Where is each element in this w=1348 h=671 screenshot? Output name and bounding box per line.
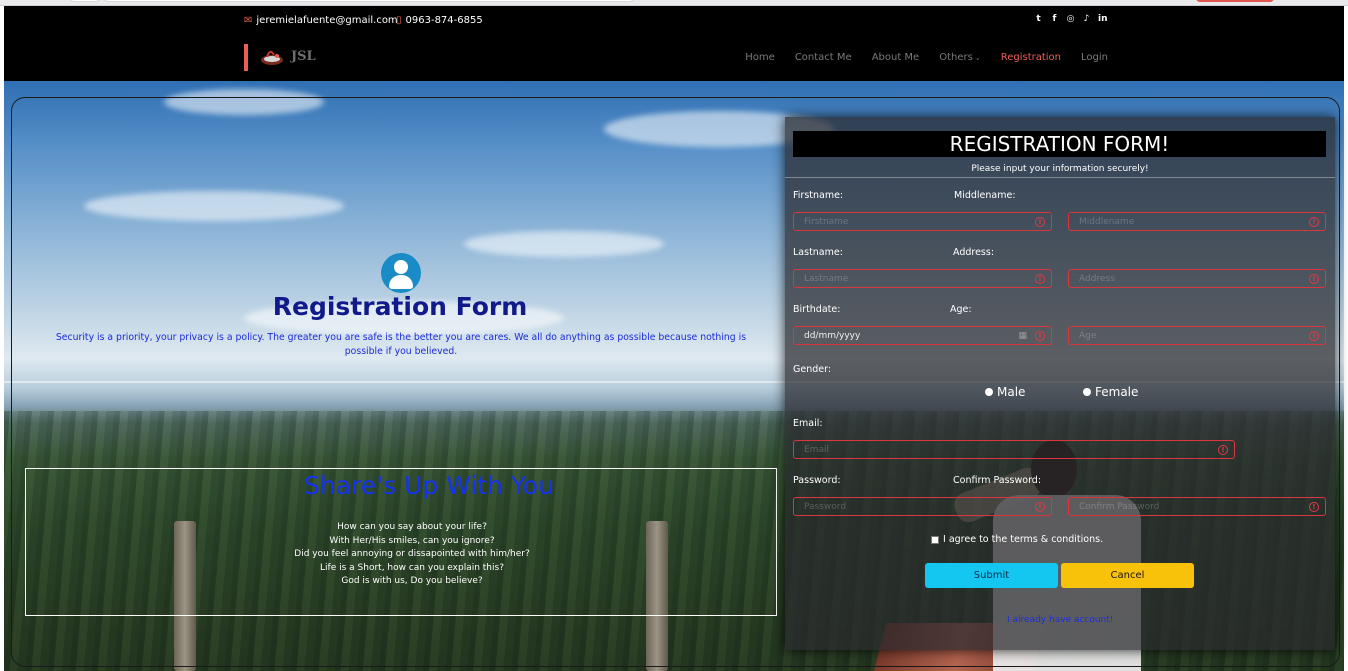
poem-line: How can you say about your life? bbox=[337, 522, 487, 532]
email-contact[interactable]: ✉ jeremielafuente@gmail.com bbox=[244, 15, 398, 26]
site-header: JSL Home Contact Me About Me Others ⌄ Reg… bbox=[4, 36, 1344, 81]
page: ✉ jeremielafuente@gmail.com ▯ 0963-874-6… bbox=[0, 0, 1348, 671]
lastname-placeholder: Lastname bbox=[804, 274, 849, 284]
warning-icon: ! bbox=[1309, 331, 1319, 341]
warning-icon: ! bbox=[1309, 502, 1319, 512]
gender-label: Gender: bbox=[793, 364, 832, 375]
firstname-field[interactable]: Firstname ! bbox=[793, 212, 1052, 231]
middlename-field[interactable]: Middlename ! bbox=[1068, 212, 1326, 231]
main-nav: Home Contact Me About Me Others ⌄ Registr… bbox=[745, 52, 1108, 63]
middlename-label: Middlename: bbox=[954, 190, 1016, 201]
lastname-field[interactable]: Lastname ! bbox=[793, 269, 1052, 288]
confirm-password-placeholder: Confirm Password bbox=[1079, 502, 1160, 512]
poem-line: Did you feel annoying or dissapointed wi… bbox=[294, 549, 530, 560]
nav-others[interactable]: Others ⌄ bbox=[939, 52, 980, 63]
browser-red-button[interactable] bbox=[1196, 0, 1274, 2]
warning-icon: ! bbox=[1309, 274, 1319, 284]
warning-icon: ! bbox=[1218, 445, 1228, 455]
gender-male-label: Male bbox=[997, 385, 1026, 399]
envelope-icon: ✉ bbox=[244, 14, 253, 26]
warning-icon: ! bbox=[1035, 502, 1045, 512]
phone-icon: ▯ bbox=[396, 14, 402, 26]
poem-line: With Her/His smiles, can you ignore? bbox=[329, 535, 495, 546]
gender-female-label: Female bbox=[1095, 385, 1139, 399]
form-subtitle: Please input your information securely! bbox=[971, 164, 1149, 174]
email-field[interactable]: Email ! bbox=[793, 440, 1235, 459]
share-title: Share's Up With You bbox=[304, 471, 554, 500]
email-placeholder: Email bbox=[804, 445, 829, 455]
logo-accent-bar bbox=[244, 44, 248, 71]
cancel-button[interactable]: Cancel bbox=[1061, 563, 1194, 588]
calendar-icon[interactable]: ▦ bbox=[1018, 331, 1027, 341]
already-have-account-link[interactable]: I already have account! bbox=[1007, 615, 1113, 625]
address-placeholder: Address bbox=[1079, 274, 1115, 284]
phone-text: 0963-874-6855 bbox=[405, 15, 483, 26]
birthdate-label: Birthdate: bbox=[793, 304, 841, 315]
terms-checkbox[interactable] bbox=[931, 535, 939, 544]
password-field[interactable]: Password ! bbox=[793, 497, 1052, 516]
poem-line: God is with us, Do you believe? bbox=[341, 576, 483, 587]
top-contact-bar: ✉ jeremielafuente@gmail.com ▯ 0963-874-6… bbox=[4, 6, 1344, 36]
warning-icon: ! bbox=[1035, 217, 1045, 227]
confirm-password-label: Confirm Password: bbox=[953, 475, 1042, 486]
address-field[interactable]: Address ! bbox=[1068, 269, 1326, 288]
nav-others-label: Others bbox=[939, 52, 973, 63]
phone-contact[interactable]: ▯ 0963-874-6855 bbox=[396, 15, 483, 26]
age-field[interactable]: Age ! bbox=[1068, 326, 1326, 345]
submit-button[interactable]: Submit bbox=[925, 563, 1058, 588]
middlename-placeholder: Middlename bbox=[1079, 217, 1135, 227]
form-divider bbox=[785, 177, 1335, 178]
nav-login[interactable]: Login bbox=[1081, 52, 1108, 63]
radio-button-icon[interactable] bbox=[985, 388, 993, 396]
logo-text[interactable]: JSL bbox=[291, 49, 316, 64]
social-links: t f ◎ ♪ in bbox=[1034, 15, 1107, 24]
lastname-label: Lastname: bbox=[793, 247, 843, 258]
twitter-icon[interactable]: t bbox=[1034, 15, 1043, 24]
nav-home[interactable]: Home bbox=[745, 52, 775, 63]
facebook-icon[interactable]: f bbox=[1050, 15, 1059, 24]
poem: How can you say about your life? With He… bbox=[26, 521, 798, 589]
address-label: Address: bbox=[953, 247, 995, 258]
birthdate-placeholder: dd/mm/yyyy bbox=[804, 331, 861, 341]
chevron-down-icon: ⌄ bbox=[974, 54, 981, 62]
browser-tab[interactable] bbox=[70, 0, 100, 2]
radio-button-icon[interactable] bbox=[1083, 388, 1091, 396]
password-placeholder: Password bbox=[804, 502, 847, 512]
password-label: Password: bbox=[793, 475, 841, 486]
user-avatar-icon bbox=[381, 253, 421, 293]
hero-description: Security is a priority, your privacy is … bbox=[55, 332, 747, 357]
email-label: Email: bbox=[793, 418, 823, 429]
firstname-placeholder: Firstname bbox=[804, 217, 849, 227]
linkedin-icon[interactable]: in bbox=[1098, 15, 1108, 24]
avatar-body bbox=[389, 275, 413, 289]
browser-address-bar[interactable] bbox=[104, 0, 634, 2]
terms-label: I agree to the terms & conditions. bbox=[943, 534, 1104, 545]
confirm-password-field[interactable]: Confirm Password ! bbox=[1068, 497, 1326, 516]
logo-image[interactable] bbox=[258, 46, 288, 68]
nav-contact-me[interactable]: Contact Me bbox=[795, 52, 852, 63]
email-text: jeremielafuente@gmail.com bbox=[256, 15, 398, 26]
birthdate-field[interactable]: dd/mm/yyyy ▦ ! bbox=[793, 326, 1052, 345]
instagram-icon[interactable]: ◎ bbox=[1066, 15, 1075, 24]
gender-female-option[interactable]: Female bbox=[1083, 385, 1138, 399]
registration-form: REGISTRATION FORM! Please input your inf… bbox=[785, 117, 1335, 650]
hero-title: Registration Form bbox=[272, 292, 528, 321]
poem-line: Life is a Short, how can you explain thi… bbox=[320, 562, 504, 573]
warning-icon: ! bbox=[1035, 274, 1045, 284]
firstname-label: Firstname: bbox=[793, 190, 844, 201]
tiktok-icon[interactable]: ♪ bbox=[1082, 15, 1091, 24]
age-label: Age: bbox=[950, 304, 972, 315]
avatar-head bbox=[394, 260, 408, 274]
share-box: Share's Up With You How can you say abou… bbox=[25, 468, 777, 616]
terms-checkbox-row[interactable]: I agree to the terms & conditions. bbox=[931, 534, 1103, 545]
nav-about-me[interactable]: About Me bbox=[872, 52, 920, 63]
age-placeholder: Age bbox=[1079, 331, 1097, 341]
warning-icon: ! bbox=[1309, 217, 1319, 227]
form-title: REGISTRATION FORM! bbox=[793, 131, 1326, 157]
warning-icon: ! bbox=[1035, 331, 1045, 341]
nav-registration[interactable]: Registration bbox=[1001, 52, 1061, 63]
gender-male-option[interactable]: Male bbox=[985, 385, 1025, 399]
